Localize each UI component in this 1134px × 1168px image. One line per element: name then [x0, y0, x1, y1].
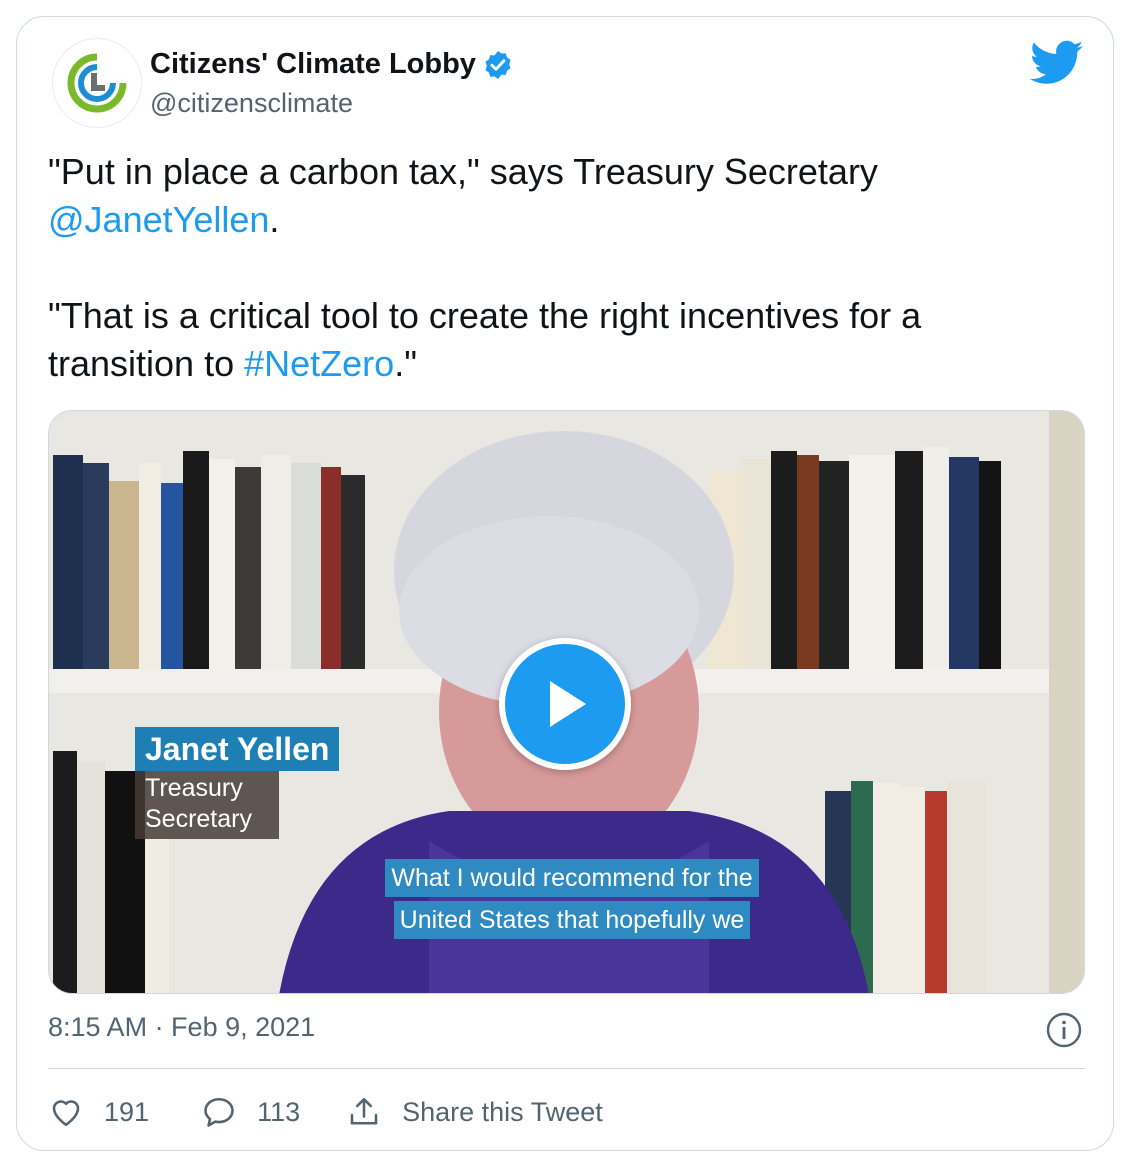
lower-third-title: Treasury Secretary [135, 771, 279, 839]
tweet-timestamp[interactable]: 8:15 AM · Feb 9, 2021 [48, 1012, 315, 1043]
divider [48, 1068, 1085, 1069]
tweet-text-segment: "Put in place a carbon tax," says Treasu… [48, 151, 878, 192]
tweet-text: "Put in place a carbon tax," says Treasu… [48, 148, 1068, 388]
caption-line-1: What I would recommend for the [385, 859, 759, 897]
play-button[interactable] [499, 638, 631, 770]
like-count: 191 [104, 1096, 150, 1127]
caption-line-2: United States that hopefully we [393, 901, 751, 939]
author-avatar[interactable] [52, 38, 142, 128]
author-name-row[interactable]: Citizens' Climate Lobby [150, 48, 514, 81]
mention-link[interactable]: @JanetYellen [48, 199, 269, 240]
share-label: Share this Tweet [402, 1096, 603, 1127]
verified-badge-icon [485, 50, 511, 79]
like-button[interactable]: 191 [48, 1094, 149, 1130]
author-handle[interactable]: @citizensclimate [150, 88, 353, 119]
share-icon [350, 1097, 378, 1125]
twitter-bird-icon[interactable] [1030, 40, 1084, 86]
tweet-text-segment: ." [394, 343, 417, 384]
tweet-paragraph-2: "That is a critical tool to create the r… [48, 292, 1068, 388]
hashtag-link[interactable]: #NetZero [244, 343, 394, 384]
tweet-paragraph-1: "Put in place a carbon tax," says Treasu… [48, 148, 1068, 244]
action-bar: 191 113 Share this Tweet [48, 1092, 603, 1132]
info-icon[interactable] [1046, 1012, 1082, 1048]
video-player[interactable]: Janet Yellen Treasury Secretary What I w… [48, 410, 1085, 994]
reply-bubble-icon [204, 1097, 234, 1127]
citizens-climate-lobby-logo [67, 53, 127, 113]
reply-button[interactable]: 113 [201, 1094, 300, 1130]
play-icon [550, 681, 586, 727]
heart-icon [52, 1100, 80, 1127]
tweet-text-segment: . [269, 199, 280, 240]
video-caption: What I would recommend for the United St… [367, 859, 777, 943]
author-display-name[interactable]: Citizens' Climate Lobby [150, 48, 476, 81]
reply-count: 113 [257, 1096, 301, 1127]
tweet-text-segment: "That is a critical tool to create the r… [48, 295, 922, 384]
share-button[interactable]: Share this Tweet [346, 1094, 603, 1130]
lower-third-name: Janet Yellen [135, 727, 340, 771]
